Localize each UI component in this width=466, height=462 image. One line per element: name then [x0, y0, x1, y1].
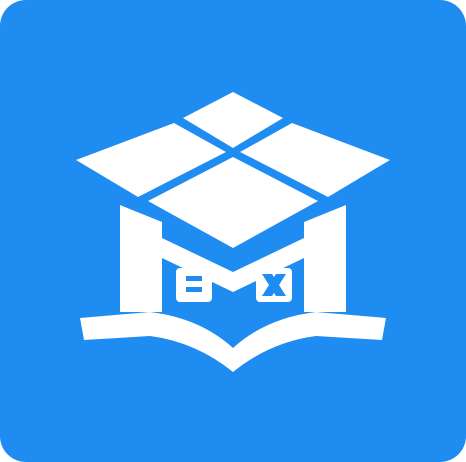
app-icon[interactable] [0, 0, 466, 462]
open-book [80, 312, 386, 372]
graduation-cap-book-icon [76, 92, 390, 372]
